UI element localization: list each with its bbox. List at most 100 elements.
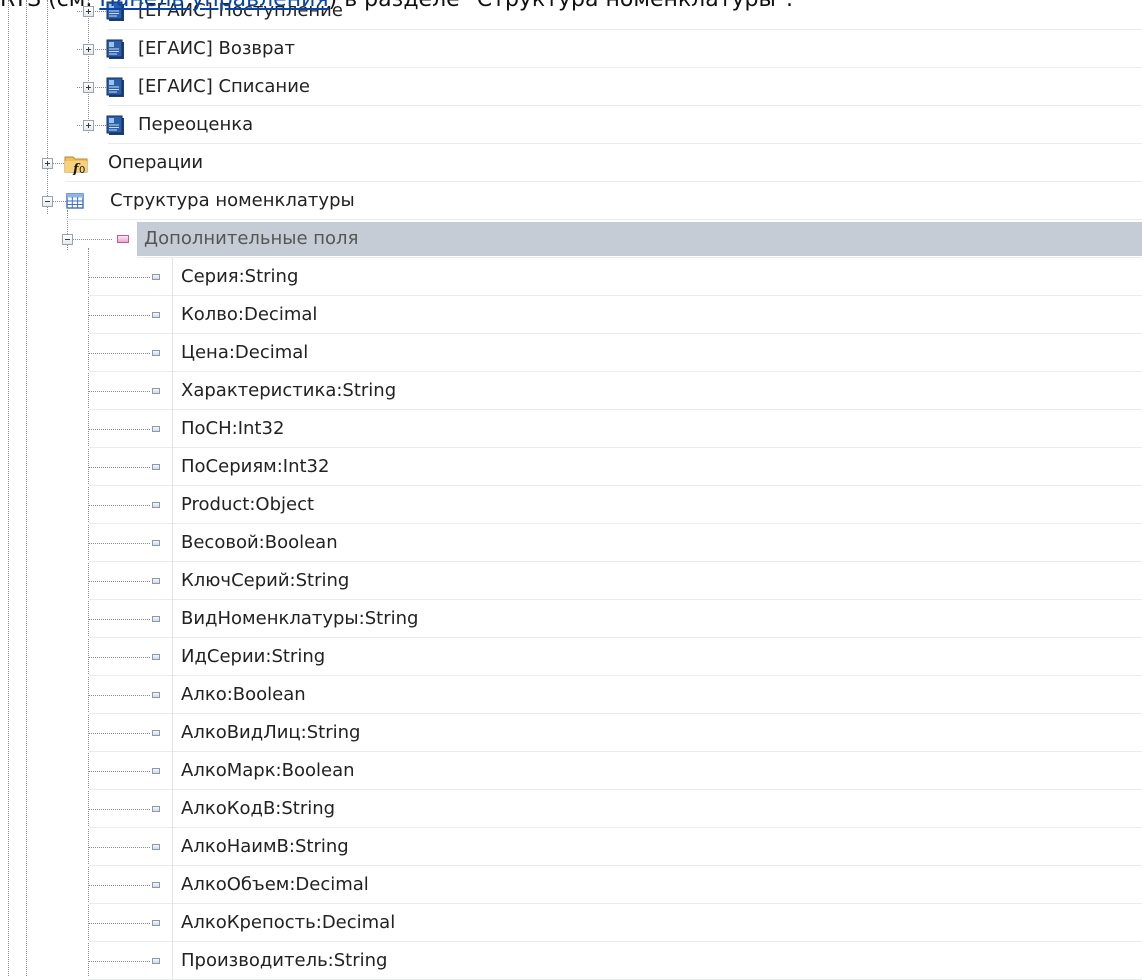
svg-text:0: 0	[79, 165, 85, 175]
field-icon	[152, 464, 160, 470]
expand-icon[interactable]	[83, 82, 94, 93]
tree-item-field[interactable]: АлкоОбъем:Decimal	[88, 866, 1142, 904]
tree-item-field[interactable]: ИдСерии:String	[88, 638, 1142, 676]
document-blue-icon	[105, 114, 127, 136]
tree-item-field[interactable]: Цена:Decimal	[88, 334, 1142, 372]
expand-icon[interactable]	[83, 44, 94, 55]
tree-item-label: ПоСериям:Int32	[181, 456, 330, 477]
tree-item-label: АлкоМарк:Boolean	[181, 760, 355, 781]
tree-item-document[interactable]: [ЕГАИС] Возврат	[108, 30, 1142, 68]
tree-item-label: Переоценка	[138, 114, 254, 135]
field-icon	[152, 920, 160, 926]
tree-item-label: Операции	[108, 152, 204, 173]
tree-guide-line	[8, 0, 9, 976]
tree-item-label: АлкоОбъем:Decimal	[181, 874, 369, 895]
expand-icon[interactable]	[83, 120, 94, 131]
tree-item-label: Весовой:Boolean	[181, 532, 338, 553]
cell-separator	[172, 372, 173, 410]
tree-item-label: ИдСерии:String	[181, 646, 326, 667]
tree-connector	[88, 391, 150, 392]
tree-item-operations[interactable]: Операции	[66, 144, 1142, 182]
cell-separator	[172, 904, 173, 942]
tree-item-label: [ЕГАИС] Возврат	[138, 38, 295, 59]
table-icon	[66, 193, 84, 209]
tree-item-document[interactable]: Переоценка	[108, 106, 1142, 144]
tree-item-label: Структура номенклатуры	[110, 190, 355, 211]
collapse-icon[interactable]	[42, 196, 53, 207]
field-icon	[152, 958, 160, 964]
field-icon	[152, 730, 160, 736]
cell-separator	[172, 334, 173, 372]
tree-item-field[interactable]: Характеристика:String	[88, 372, 1142, 410]
header-text: RTS (см. Панель управления) в разделе "С…	[0, 0, 793, 12]
field-icon	[152, 882, 160, 888]
cell-separator	[172, 296, 173, 334]
tree-item-field[interactable]: КлючСерий:String	[88, 562, 1142, 600]
tree-connector	[88, 277, 150, 278]
tree-connector	[88, 923, 150, 924]
tree-connector	[88, 619, 150, 620]
document-blue-icon	[105, 38, 127, 60]
tree-guide-line	[26, 0, 27, 976]
field-icon	[152, 768, 160, 774]
tree-item-field[interactable]: ПоСН:Int32	[88, 410, 1142, 448]
tree-item-field[interactable]: АлкоМарк:Boolean	[88, 752, 1142, 790]
field-icon	[152, 426, 160, 432]
tree-item-field[interactable]: АлкоКодВ:String	[88, 790, 1142, 828]
tree-item-field[interactable]: АлкоКрепость:Decimal	[88, 904, 1142, 942]
cell-separator	[172, 828, 173, 866]
tree-item-field[interactable]: Производитель:String	[88, 942, 1142, 980]
tree-item-label: АлкоНаимВ:String	[181, 836, 349, 857]
tree-item-field[interactable]: Серия:String	[88, 258, 1142, 296]
tree-connector	[88, 733, 150, 734]
cell-separator	[172, 714, 173, 752]
collapse-icon[interactable]	[62, 234, 73, 245]
cell-separator	[172, 752, 173, 790]
tree-item-extra-fields[interactable]: Дополнительные поля	[137, 220, 1142, 258]
header-suffix: ) в разделе "Структура номенклатуры".	[329, 0, 793, 12]
control-panel-link[interactable]: Панель управления	[99, 0, 328, 12]
tree-item-label: ВидНоменклатуры:String	[181, 608, 419, 629]
cell-separator	[172, 676, 173, 714]
tree-connector	[88, 429, 150, 430]
tree-connector	[88, 657, 150, 658]
cell-separator	[172, 562, 173, 600]
tree-item-label: Характеристика:String	[181, 380, 397, 401]
field-icon	[152, 274, 160, 280]
tree-connector	[88, 315, 150, 316]
field-icon	[152, 844, 160, 850]
tree-item-label: Алко:Boolean	[181, 684, 306, 705]
tree-connector	[88, 353, 150, 354]
field-icon	[152, 654, 160, 660]
field-icon	[152, 578, 160, 584]
cell-separator	[172, 448, 173, 486]
tree-item-label: АлкоКрепость:Decimal	[181, 912, 396, 933]
tree-item-field[interactable]: Колво:Decimal	[88, 296, 1142, 334]
field-icon	[152, 312, 160, 318]
header-prefix: RTS (см.	[0, 0, 99, 12]
tree-connector	[88, 771, 150, 772]
cell-separator	[172, 942, 173, 980]
tree-item-label: Дополнительные поля	[144, 228, 359, 249]
tree-connector	[72, 239, 112, 240]
tree-item-field[interactable]: АлкоВидЛиц:String	[88, 714, 1142, 752]
tree-guide-line	[88, 0, 89, 133]
tree-item-label: Колво:Decimal	[181, 304, 318, 325]
tree-item-label: АлкоВидЛиц:String	[181, 722, 361, 743]
tree-item-field[interactable]: Весовой:Boolean	[88, 524, 1142, 562]
tree-item-field[interactable]: АлкоНаимВ:String	[88, 828, 1142, 866]
tree-item-structure[interactable]: Структура номенклатуры	[66, 182, 1142, 220]
cell-separator	[172, 486, 173, 524]
cell-separator	[172, 600, 173, 638]
field-icon	[152, 540, 160, 546]
tree-item-field[interactable]: Product:Object	[88, 486, 1142, 524]
tree-item-document[interactable]: [ЕГАИС] Списание	[108, 68, 1142, 106]
tree-item-field[interactable]: ПоСериям:Int32	[88, 448, 1142, 486]
cell-separator	[172, 638, 173, 676]
expand-icon[interactable]	[42, 158, 53, 169]
field-icon	[152, 388, 160, 394]
tree-view[interactable]: [ЕГАИС] Поступление [ЕГАИС] Возврат [ЕГАИС…	[0, 0, 1142, 980]
document-blue-icon	[105, 76, 127, 98]
tree-item-field[interactable]: Алко:Boolean	[88, 676, 1142, 714]
tree-item-field[interactable]: ВидНоменклатуры:String	[88, 600, 1142, 638]
